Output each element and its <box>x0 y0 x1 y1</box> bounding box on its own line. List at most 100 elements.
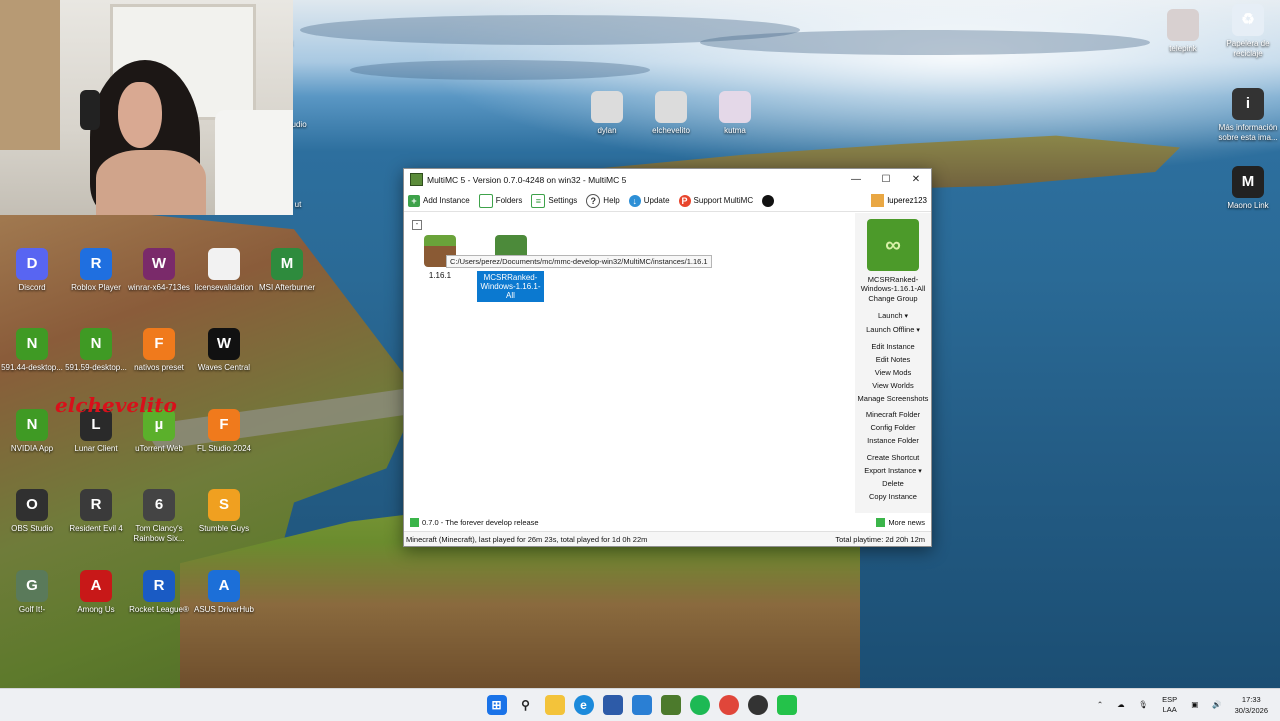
desktop-icon[interactable]: A Among Us <box>61 570 131 615</box>
manage-screenshots-button[interactable]: Manage Screenshots <box>855 393 931 406</box>
sidebar-instance-name: MCSRRanked-Windows-1.16.1-All <box>860 275 926 293</box>
desktop-icon[interactable]: R Resident Evil 4 <box>61 489 131 534</box>
desktop-icon[interactable]: N 591.59-desktop... <box>61 328 131 373</box>
desktop-icon[interactable]: M MSI Afterburner <box>252 248 322 293</box>
settings-button[interactable]: ≡ Settings <box>531 193 577 208</box>
desktop-icon-label: uTorrent Web <box>135 444 183 453</box>
desktop-icon[interactable]: 6 Tom Clancy's Rainbow Six... <box>124 489 194 544</box>
waves-icon: W <box>208 328 240 360</box>
update-button[interactable]: ↓ Update <box>628 194 670 207</box>
instance-view[interactable]: - 1.16.1 MCSRRanked-Windows-1.16.1-All C… <box>404 213 854 513</box>
desktop-icon-label: MSI Afterburner <box>258 283 316 292</box>
cat-button[interactable] <box>762 194 777 207</box>
chrome-icon[interactable] <box>718 695 739 715</box>
desktop-icon[interactable]: dylan <box>572 91 642 136</box>
instance-label: 1.16.1 <box>428 271 452 280</box>
multimc-window[interactable]: MultiMC 5 - Version 0.7.0-4248 on win32 … <box>403 168 932 547</box>
desktop-icon[interactable]: G Golf It!- <box>0 570 67 615</box>
desktop-icon[interactable]: R Roblox Player <box>61 248 131 293</box>
outlook-icon[interactable] <box>631 695 652 715</box>
config-folder-button[interactable]: Config Folder <box>855 422 931 435</box>
spotify-icon[interactable] <box>689 695 710 715</box>
file-explorer-icon[interactable] <box>544 695 565 715</box>
desktop-icon-label: Golf It!- <box>18 605 46 614</box>
cat-image-icon <box>1167 9 1199 41</box>
view-worlds-button[interactable]: View Worlds <box>855 380 931 393</box>
view-mods-button[interactable]: View Mods <box>855 367 931 380</box>
launch-button[interactable]: Launch <box>855 310 931 324</box>
account-selector[interactable]: luperez123 <box>871 194 927 207</box>
desktop-icon[interactable]: i Más información sobre esta ima... <box>1213 88 1280 143</box>
minimize-button[interactable]: — <box>841 174 871 185</box>
desktop-icon[interactable]: F FL Studio 2024 <box>189 409 259 454</box>
microphone-icon[interactable]: 🎙 <box>1139 700 1149 710</box>
export-instance-button[interactable]: Export Instance <box>855 465 931 479</box>
desktop-icon[interactable]: R Rocket League® <box>124 570 194 615</box>
desktop-icon[interactable]: A ASUS DriverHub <box>189 570 259 615</box>
edge-icon[interactable]: e <box>573 695 594 715</box>
store-icon[interactable] <box>602 695 623 715</box>
stream-overlay-name: elchevelito <box>55 393 177 417</box>
desktop-icon-label: Roblox Player <box>71 283 121 292</box>
maximize-button[interactable]: ☐ <box>871 174 901 185</box>
desktop-icon[interactable]: N 591.44-desktop... <box>0 328 67 373</box>
create-shortcut-button[interactable]: Create Shortcut <box>855 452 931 465</box>
desktop-icon-label: elchevelito <box>652 126 690 135</box>
desktop-icon[interactable]: S Stumble Guys <box>189 489 259 534</box>
desktop-icon[interactable]: D Discord <box>0 248 67 293</box>
edit-instance-button[interactable]: Edit Instance <box>855 341 931 354</box>
instance-mcsrranked[interactable]: MCSRRanked-Windows-1.16.1-All <box>477 235 544 302</box>
news-link[interactable]: 0.7.0 - The forever develop release <box>422 518 870 527</box>
delete-button[interactable]: Delete <box>855 478 931 491</box>
desktop-icon-label: 591.59-desktop... <box>65 363 127 372</box>
folders-button[interactable]: Folders <box>478 193 523 208</box>
folders-label: Folders <box>495 196 523 205</box>
desktop-icon[interactable]: W Waves Central <box>189 328 259 373</box>
infinity-instance-icon[interactable]: ∞ <box>867 219 919 271</box>
msi-icon: M <box>271 248 303 280</box>
close-button[interactable]: ✕ <box>901 174 931 185</box>
toolbar: + Add Instance Folders ≡ Settings ? Help… <box>404 190 931 212</box>
instance-label: MCSRRanked-Windows-1.16.1-All <box>477 271 544 302</box>
settings-icon: ≡ <box>531 193 546 208</box>
desktop-icon[interactable]: telepink <box>1148 9 1218 54</box>
clock[interactable]: 17:33 30/3/2026 <box>1235 694 1268 716</box>
multimc-taskbar-icon[interactable] <box>660 695 681 715</box>
desktop-icon[interactable]: kutma <box>700 91 770 136</box>
add-instance-button[interactable]: + Add Instance <box>408 194 470 207</box>
edit-notes-button[interactable]: Edit Notes <box>855 354 931 367</box>
change-group-button[interactable]: Change Group <box>855 293 931 306</box>
re4-icon: R <box>80 489 112 521</box>
desktop-icon[interactable]: ♻ Papelera de reciclaje <box>1213 4 1280 59</box>
desktop-icon-label: kutma <box>724 126 746 135</box>
start-icon[interactable]: ⊞ <box>486 695 507 715</box>
desktop-icon[interactable]: Fnativos preset <box>124 328 194 373</box>
green-app-icon[interactable] <box>776 695 797 715</box>
desktop-icon[interactable]: O OBS Studio <box>0 489 67 534</box>
display-icon[interactable]: ▣ <box>1191 700 1198 710</box>
volume-icon[interactable]: 🔊 <box>1212 700 1221 710</box>
desktop-icon-label: Tom Clancy's Rainbow Six... <box>133 524 185 543</box>
support-multimc-button[interactable]: P Support MultiMC <box>678 194 753 207</box>
help-button[interactable]: ? Help <box>586 193 620 208</box>
obs-taskbar-icon[interactable] <box>747 695 768 715</box>
minecraft-folder-button[interactable]: Minecraft Folder <box>855 409 931 422</box>
desktop-icon[interactable]: M Maono Link <box>1213 166 1280 211</box>
desktop-icon[interactable]: licensevalidation <box>189 248 259 293</box>
document-icon <box>208 248 240 280</box>
chevron-up-icon[interactable]: ⌃ <box>1097 700 1103 710</box>
instance-folder-button[interactable]: Instance Folder <box>855 435 931 448</box>
more-news-button[interactable]: More news <box>888 518 925 527</box>
copy-instance-button[interactable]: Copy Instance <box>855 491 931 504</box>
desktop-icon-label: nativos preset <box>134 363 184 372</box>
language-indicator[interactable]: ESP LAA <box>1162 695 1177 715</box>
launch-offline-button[interactable]: Launch Offline <box>855 324 931 338</box>
network-icon[interactable]: ☁ <box>1117 700 1125 710</box>
search-icon[interactable]: ⚲ <box>516 695 536 715</box>
help-label: Help <box>603 196 620 205</box>
webcam-shelf <box>0 0 60 150</box>
group-collapse-toggle[interactable]: - <box>412 220 422 230</box>
title-bar[interactable]: MultiMC 5 - Version 0.7.0-4248 on win32 … <box>404 169 931 190</box>
desktop-icon[interactable]: Wwinrar-x64-713es <box>124 248 194 293</box>
desktop-icon[interactable]: elchevelito <box>636 91 706 136</box>
